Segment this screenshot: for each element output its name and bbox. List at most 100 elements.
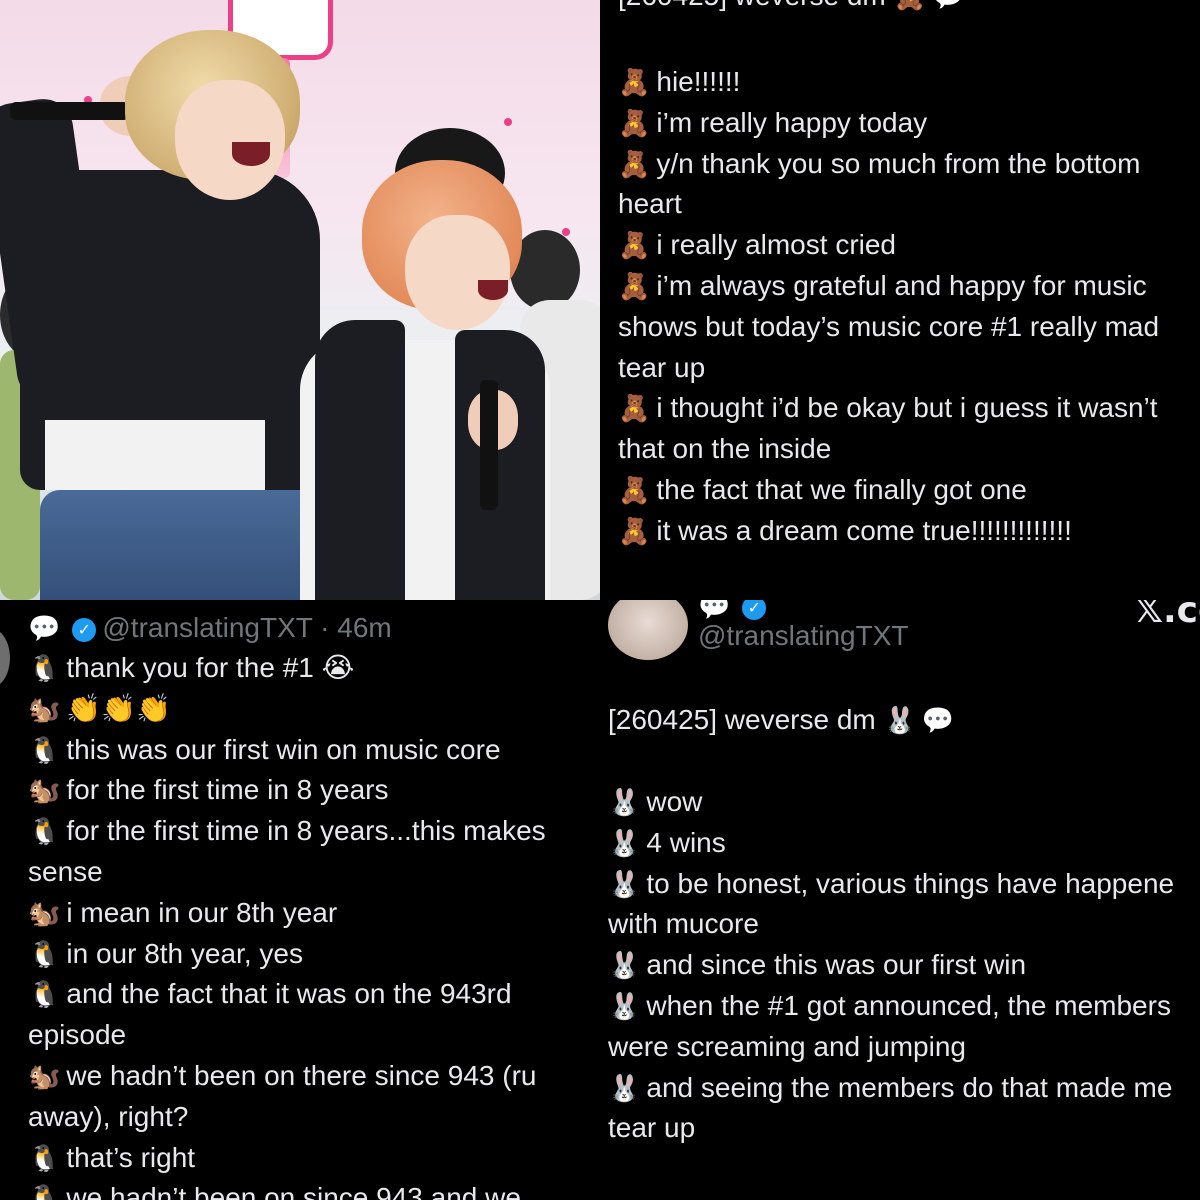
message-line: 🐰 4 wins bbox=[608, 823, 1174, 864]
dm-header-text: [260425] weverse dm bbox=[608, 704, 876, 735]
speech-bubble-icon: 💬 bbox=[921, 706, 955, 736]
x-logo[interactable]: 𝕏.co bbox=[1134, 600, 1200, 631]
message-text: that’s right bbox=[66, 1141, 196, 1173]
message-text: tear up bbox=[608, 1112, 696, 1144]
microphone-2 bbox=[480, 380, 498, 510]
message-line: 🐧 we hadn’t been on since 943 and we bbox=[28, 1178, 546, 1200]
speaker-icon: 🐿️ bbox=[28, 898, 61, 929]
message-text: tear up bbox=[618, 351, 706, 383]
message-text: we hadn’t been on since 943 and we bbox=[66, 1182, 521, 1200]
tweet-header: 💬 ✓ @translatingTXT · 46m bbox=[28, 608, 392, 650]
message-text: away), right? bbox=[28, 1100, 189, 1132]
message-line: 🐧 that’s right bbox=[28, 1138, 546, 1179]
member-left-mouth bbox=[232, 142, 270, 166]
message-text: heart bbox=[618, 188, 682, 220]
speaker-icon: 🐰 bbox=[608, 788, 641, 818]
avatar[interactable] bbox=[608, 600, 688, 660]
microphone bbox=[10, 102, 130, 120]
teddy-bear-icon: 🧸 bbox=[894, 0, 926, 12]
confetti bbox=[504, 118, 512, 126]
message-line: away), right? bbox=[28, 1097, 546, 1138]
message-text: i’m really happy today bbox=[656, 106, 928, 138]
member-right-mouth bbox=[478, 280, 508, 300]
message-text: for the first time in 8 years bbox=[66, 774, 389, 806]
message-line: with mucore bbox=[608, 904, 1174, 945]
avatar[interactable] bbox=[0, 628, 10, 688]
message-line: 🧸 it was a dream come true!!!!!!!!!!!!! bbox=[618, 511, 1159, 552]
message-line: 🧸 i’m really happy today bbox=[618, 103, 1159, 144]
message-text: i’m always grateful and happy for music bbox=[656, 269, 1147, 301]
speaker-icon: 🐧 bbox=[28, 1184, 61, 1200]
message-line: 🐧 in our 8th year, yes bbox=[28, 934, 546, 975]
speaker-icon: 🐰 bbox=[608, 991, 641, 1022]
message-line: 🧸 hie!!!!!! bbox=[618, 62, 1159, 103]
speaker-icon: 🧸 bbox=[618, 271, 651, 302]
speaker-icon: 🐿️ bbox=[28, 1061, 61, 1092]
message-line: shows but today’s music core #1 really m… bbox=[618, 307, 1159, 348]
message-text: wow bbox=[646, 786, 703, 817]
message-line: 🐧 this was our first win on music core bbox=[28, 730, 546, 771]
message-text: this was our first win on music core bbox=[66, 733, 501, 765]
member-right-jacket bbox=[315, 320, 405, 600]
stage-photo bbox=[0, 0, 600, 600]
speaker-icon: 🐰 bbox=[608, 951, 641, 982]
message-text: hie!!!!!! bbox=[656, 66, 741, 97]
member-right-jacket-2 bbox=[455, 330, 545, 600]
message-text: sense bbox=[28, 855, 103, 887]
message-line: that on the inside bbox=[618, 429, 1159, 470]
speech-bubble-icon: 💬 bbox=[28, 614, 61, 644]
speaker-icon: 🐧 bbox=[28, 735, 61, 766]
dm-header-text: [260425] weverse dm bbox=[618, 0, 886, 11]
dm-header: [260425] weverse dm 🐰 💬 bbox=[608, 700, 960, 742]
message-text: i mean in our 8th year bbox=[66, 896, 338, 928]
dm-panel-rabbit: 💬✓ @translatingTXT 𝕏.co [260425] weverse… bbox=[600, 600, 1200, 1200]
message-line: 🐰 and seeing the members do that made me bbox=[608, 1068, 1174, 1109]
speaker-icon: 🐧 bbox=[28, 939, 61, 970]
message-line: were screaming and jumping bbox=[608, 1027, 1174, 1068]
message-line: 🧸 the fact that we finally got one bbox=[618, 470, 1159, 511]
tweet-panel-penguin: 💬 ✓ @translatingTXT · 46m 🐧 thank you for t… bbox=[0, 600, 600, 1200]
tweet-handle[interactable]: @translatingTXT · 46m bbox=[102, 612, 391, 643]
confetti bbox=[562, 228, 570, 236]
message-line: 🐿️ i mean in our 8th year bbox=[28, 893, 546, 934]
message-text: when the #1 got announced, the members bbox=[646, 989, 1171, 1021]
member-left-shirt bbox=[45, 420, 265, 490]
member-left-face bbox=[175, 80, 285, 200]
message-line: tear up bbox=[618, 348, 1159, 389]
rabbit-icon: 🐰 bbox=[883, 706, 916, 736]
message-text: and seeing the members do that made me bbox=[646, 1071, 1173, 1103]
message-text: were screaming and jumping bbox=[608, 1030, 966, 1062]
message-line: 🐿️ we hadn’t been on there since 943 (ru bbox=[28, 1056, 546, 1097]
message-text: it was a dream come true!!!!!!!!!!!!! bbox=[656, 514, 1072, 546]
message-text: episode bbox=[28, 1019, 127, 1051]
message-line: tear up bbox=[608, 1108, 1174, 1149]
message-text: i thought i’d be okay but i guess it was… bbox=[656, 392, 1158, 424]
message-text: shows but today’s music core #1 really m… bbox=[618, 310, 1160, 342]
member-right-face bbox=[405, 215, 510, 330]
speaker-icon: 🧸 bbox=[618, 108, 651, 139]
speaker-icon: 🐿️ bbox=[28, 776, 61, 807]
message-line: sense bbox=[28, 852, 546, 893]
message-text: y/n thank you so much from the bottom bbox=[656, 147, 1141, 179]
message-text: with mucore bbox=[608, 908, 759, 940]
tweet-handle[interactable]: @translatingTXT bbox=[698, 616, 909, 657]
dm-header: [260425] weverse dm 🧸 💬 bbox=[618, 0, 970, 18]
message-line: 🐧 for the first time in 8 years...this ma… bbox=[28, 811, 546, 852]
message-text: and the fact that it was on the 943rd bbox=[66, 978, 512, 1010]
message-line: 🐰 to be honest, various things have happe… bbox=[608, 864, 1174, 905]
message-text: thank you for the #1 😭 bbox=[66, 652, 355, 683]
message-line: episode bbox=[28, 1015, 546, 1056]
message-line: 🐿️ 👏👏👏 bbox=[28, 689, 546, 730]
message-text: 👏👏👏 bbox=[66, 692, 171, 724]
message-line: 🐰 wow bbox=[608, 782, 1174, 823]
dm-panel-teddy: [260425] weverse dm 🧸💬 🧸hie!!!!!!🧸i’m re… bbox=[600, 0, 1200, 600]
speaker-icon: 🐧 bbox=[28, 654, 61, 684]
speaker-icon: 🧸 bbox=[618, 394, 651, 425]
message-line: 🐰 and since this was our first win bbox=[608, 945, 1174, 986]
speaker-icon: 🐰 bbox=[608, 1073, 641, 1104]
message-text: for the first time in 8 years...this mak… bbox=[66, 815, 546, 847]
speaker-icon: 🧸 bbox=[618, 231, 651, 262]
message-text: and since this was our first win bbox=[646, 949, 1027, 981]
speaker-icon: 🐰 bbox=[608, 869, 641, 900]
message-line: 🐿️ for the first time in 8 years bbox=[28, 770, 546, 811]
